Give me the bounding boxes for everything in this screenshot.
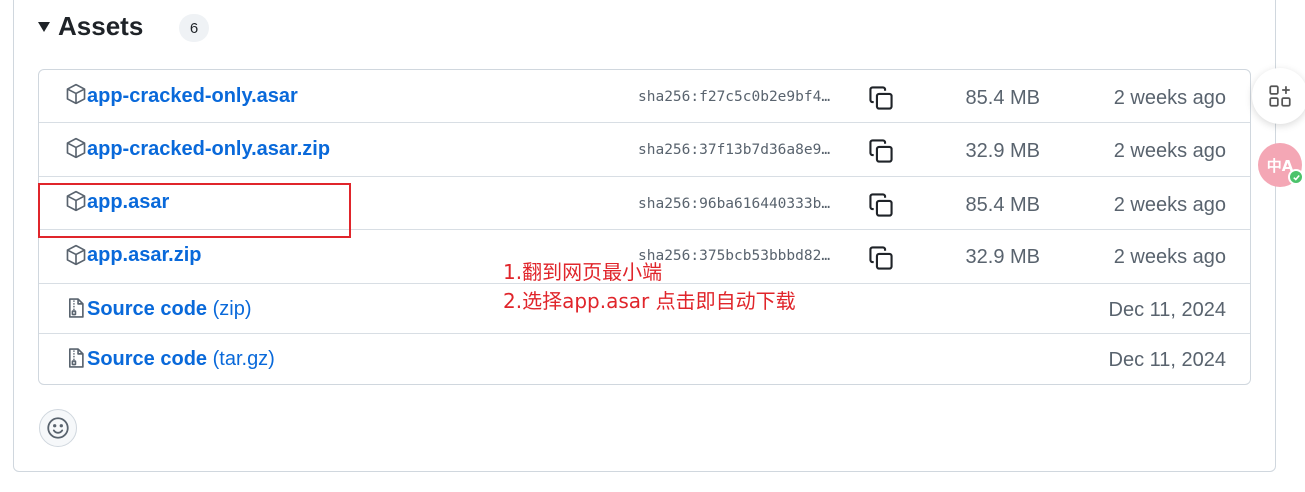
asset-list: app-cracked-only.asar sha256:f27c5c0b2e9… (38, 69, 1251, 385)
apps-widget[interactable] (1252, 68, 1305, 124)
copy-icon[interactable] (868, 245, 894, 271)
asset-link-suffix: (tar.gz) (212, 348, 275, 370)
file-zip-icon (65, 297, 87, 319)
asset-row: app.asar sha256:96ba616440333b… 85.4 MB … (39, 177, 1250, 230)
copy-icon[interactable] (868, 192, 894, 218)
check-icon (1288, 169, 1304, 185)
caret-down-icon (38, 22, 50, 32)
copy-icon[interactable] (868, 85, 894, 111)
asset-row: Source code (tar.gz) Dec 11, 2024 (39, 334, 1250, 384)
asset-link[interactable]: app-cracked-only.asar.zip (87, 138, 330, 161)
assets-toggle[interactable]: Assets (38, 6, 143, 46)
package-icon (65, 83, 87, 105)
asset-date: 2 weeks ago (1113, 140, 1226, 162)
asset-link[interactable]: app.asar (87, 191, 169, 214)
assets-count-badge: 6 (179, 14, 209, 42)
annotation: 1.翻到网页最小端 2.选择app.asar 点击即自动下载 (503, 258, 796, 316)
asset-link[interactable]: Source code (tar.gz) (87, 348, 275, 371)
asset-link-label: Source code (87, 348, 208, 370)
asset-size: 85.4 MB (965, 87, 1040, 109)
asset-link[interactable]: app.asar.zip (87, 244, 202, 267)
asset-date: 2 weeks ago (1113, 87, 1226, 109)
asset-link[interactable]: app-cracked-only.asar (87, 85, 298, 108)
asset-size: 32.9 MB (965, 246, 1040, 268)
annotation-line-2: 2.选择app.asar 点击即自动下载 (503, 289, 796, 313)
asset-sha: sha256:96ba616440333b… (638, 196, 831, 212)
assets-title: Assets (58, 10, 144, 41)
package-icon (65, 190, 87, 212)
page: Assets 6 app-cracked-only.asar sha256:f2… (0, 0, 1305, 492)
copy-icon[interactable] (868, 138, 894, 164)
add-reaction-button[interactable] (39, 409, 77, 447)
asset-row: app-cracked-only.asar.zip sha256:37f13b7… (39, 123, 1250, 177)
smiley-icon (47, 417, 69, 439)
annotation-line-1: 1.翻到网页最小端 (503, 260, 663, 284)
asset-row: app-cracked-only.asar sha256:f27c5c0b2e9… (39, 70, 1250, 123)
asset-size: 85.4 MB (965, 194, 1040, 216)
grid-icon (1269, 85, 1291, 107)
asset-link[interactable]: Source code (zip) (87, 298, 252, 321)
asset-date: Dec 11, 2024 (1108, 349, 1227, 371)
package-icon (65, 137, 87, 159)
asset-size: 32.9 MB (965, 140, 1040, 162)
asset-date: 2 weeks ago (1113, 194, 1226, 216)
file-zip-icon (65, 347, 87, 369)
asset-link-label: Source code (87, 298, 208, 320)
package-icon (65, 244, 87, 266)
asset-sha: sha256:37f13b7d36a8e9… (638, 142, 831, 158)
asset-link-suffix: (zip) (212, 298, 252, 320)
asset-date: Dec 11, 2024 (1108, 299, 1227, 321)
asset-date: 2 weeks ago (1113, 246, 1226, 268)
asset-sha: sha256:f27c5c0b2e9bf4… (638, 89, 831, 105)
